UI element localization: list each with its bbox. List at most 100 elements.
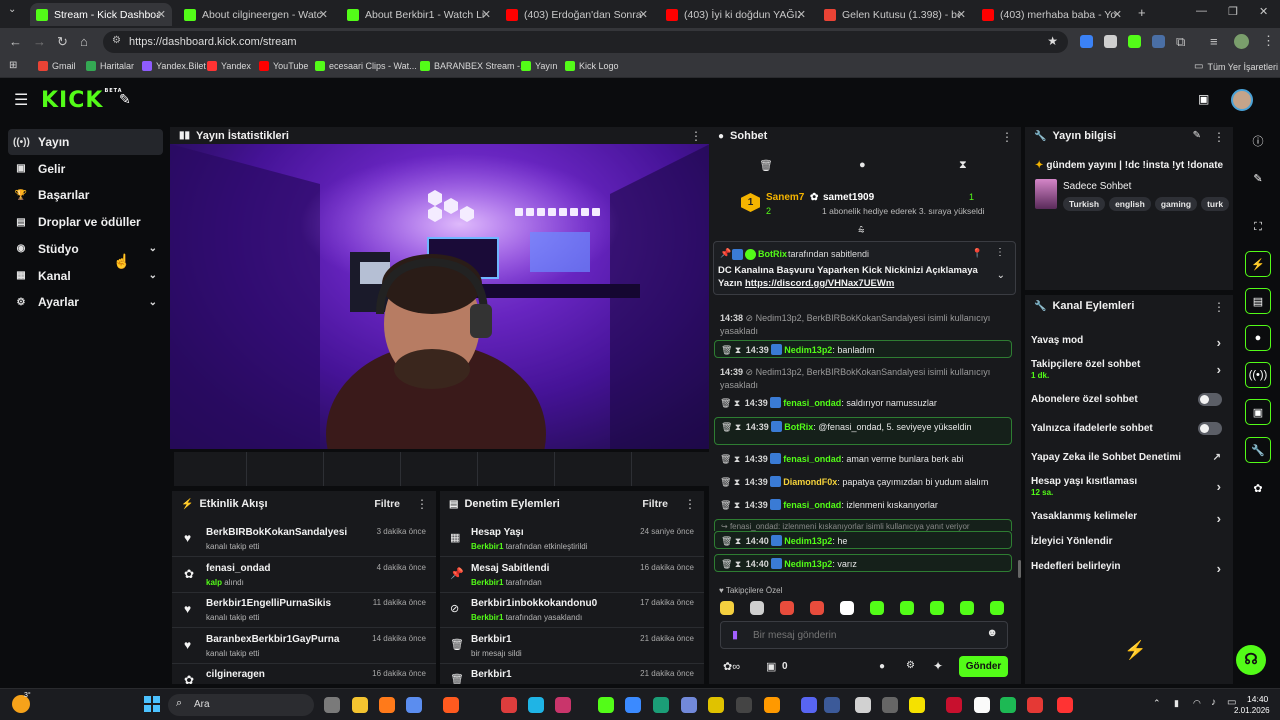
media-tool-icon[interactable]: ▣ xyxy=(1245,399,1271,425)
bookmark-item[interactable]: YouTube xyxy=(259,61,308,71)
windows-start-icon[interactable] xyxy=(144,696,160,712)
kick-logo[interactable]: KICKBETA xyxy=(41,88,123,113)
emote-icon[interactable] xyxy=(930,601,944,615)
mic-tray-icon[interactable]: ▮ xyxy=(1174,698,1179,709)
emote-icon[interactable] xyxy=(840,601,854,615)
extensions-puzzle-icon[interactable]: ⧉ xyxy=(1176,34,1185,50)
chat-username[interactable]: Nedim13p2 xyxy=(784,345,832,355)
tab-close-icon[interactable]: ✕ xyxy=(797,8,806,21)
category-thumbnail[interactable] xyxy=(1035,179,1057,209)
restore-icon[interactable]: ❐ xyxy=(1228,5,1238,18)
wifi-icon[interactable]: ◠ xyxy=(1193,698,1201,709)
pinned-link[interactable]: https://discord.gg/VHNax7UEWm xyxy=(745,278,894,289)
browser-tab[interactable]: Gelen Kutusu (1.398) - berksuz✕ xyxy=(818,3,972,26)
snapchat-icon[interactable] xyxy=(909,697,925,713)
forward-icon[interactable]: → xyxy=(33,34,46,49)
emote-icon[interactable] xyxy=(780,601,794,615)
toggle-switch[interactable] xyxy=(1198,422,1222,435)
mod-actions-icon[interactable]: 🗑 ⧗ xyxy=(720,500,743,510)
creator-view-icon[interactable]: ▣ xyxy=(1198,92,1209,106)
chat-message[interactable]: 🗑 ⧗ 14:40 Nedim13p2: varız xyxy=(714,554,1012,572)
activity-item[interactable]: ♥ Berkbir1EngelliPurnaSikis kanalı takip e… xyxy=(172,592,436,628)
chat-message[interactable]: 🗑 ⧗ 14:39 BotRix: @fenasi_ondad, 5. sevi… xyxy=(714,417,1012,445)
support-headset-icon[interactable]: ☊ xyxy=(1236,645,1266,675)
chat-system-message[interactable]: 14:38 ⊘ Nedim13p2, BerkBIRBokKokanSandal… xyxy=(714,309,1012,338)
emote-icon[interactable] xyxy=(900,601,914,615)
bookmark-item[interactable]: Kick Logo xyxy=(565,61,619,71)
chrome-icon[interactable] xyxy=(824,697,840,713)
external-link-icon[interactable]: ↗ xyxy=(1213,452,1221,463)
browser-tab[interactable]: About Berkbir1 - Watch Live on✕ xyxy=(341,3,497,26)
tab-close-icon[interactable]: ✕ xyxy=(957,8,966,21)
chat-message[interactable]: 🗑 ⧗ 14:39 Nedim13p2: banladım xyxy=(714,340,1012,358)
channel-action-item[interactable]: Takipçilere özel sohbet 1 dk. › xyxy=(1031,359,1229,380)
chevron-down-icon[interactable]: ⌄ xyxy=(149,270,157,281)
tab-close-icon[interactable]: ✕ xyxy=(1113,8,1122,21)
fullscreen-icon[interactable]: ⛶ xyxy=(1245,214,1271,240)
pinned-by-user[interactable]: BotRix xyxy=(758,249,787,259)
browser-menu-icon[interactable]: ⋮ xyxy=(1262,33,1275,49)
app-icon[interactable] xyxy=(882,697,898,713)
mod-actions-icon[interactable]: 🗑 ⧗ xyxy=(721,559,744,569)
channel-action-item[interactable]: Hesap yaşı kısıtlaması 12 sa. › xyxy=(1031,476,1229,497)
reload-icon[interactable]: ↻ xyxy=(57,34,68,50)
bookmark-item[interactable]: Gmail xyxy=(38,61,76,71)
activity-username[interactable]: BaranbexBerkbir1GayPurna xyxy=(206,634,339,645)
tray-chevron-icon[interactable]: ⌃ xyxy=(1153,698,1161,709)
channel-action-item[interactable]: İzleyici Yönlendir xyxy=(1031,536,1229,547)
unpin-icon[interactable]: 📍 xyxy=(972,248,983,259)
channel-action-item[interactable]: Yasaklanmış kelimeler › xyxy=(1031,511,1229,526)
mod-actions-icon[interactable]: 🗑 ⧗ xyxy=(720,398,743,408)
trash-tab-icon[interactable]: 🗑 xyxy=(759,159,773,172)
extension-shield-icon[interactable] xyxy=(1104,35,1117,48)
extension-kick-icon[interactable] xyxy=(1128,35,1141,48)
browser-tab[interactable]: (403) İyi ki doğdun YAĞIZ - İsmi✕ xyxy=(660,3,812,26)
all-bookmarks[interactable]: ▭ Tüm Yer İşaretleri xyxy=(1194,61,1278,72)
edit-icon[interactable]: ✎ xyxy=(1245,165,1271,191)
youtube-app-icon[interactable] xyxy=(501,697,517,713)
activity-feed-menu-icon[interactable]: ⋮ xyxy=(416,497,428,511)
toggle-switch[interactable] xyxy=(1198,393,1222,406)
stats-panel-menu-icon[interactable]: ⋮ xyxy=(690,129,702,143)
moderation-menu-icon[interactable]: ⋮ xyxy=(684,497,696,511)
stream-preview-video[interactable] xyxy=(170,144,710,449)
activity-username[interactable]: fenasi_ondad xyxy=(206,563,270,574)
document-tool-icon[interactable]: ▤ xyxy=(1245,288,1271,314)
stream-tag[interactable]: Turkish xyxy=(1063,197,1106,211)
pinned-message[interactable]: 📌 BotRix tarafından sabitlendi 📍 ⋮ DC Ka… xyxy=(713,241,1016,295)
chat-message[interactable]: 🗑 ⧗ 14:39 fenasi_ondad: aman verme bunla… xyxy=(714,450,1012,468)
sidebar-item-gift[interactable]: ▤ Droplar ve ödüller xyxy=(8,209,163,235)
emoji-picker-icon[interactable]: ☻ xyxy=(986,627,998,639)
sidebar-item-revenue[interactable]: ▣ Gelir xyxy=(8,156,163,182)
activity-username[interactable]: BerkBIRBokKokanSandalyesi xyxy=(206,527,347,538)
emote-icon[interactable] xyxy=(750,601,764,615)
chevron-right-icon[interactable]: › xyxy=(1217,511,1221,526)
chat-username[interactable]: fenasi_ondad xyxy=(783,398,841,408)
app-icon[interactable] xyxy=(681,697,697,713)
kicks-tool-icon[interactable]: ✿ xyxy=(1245,475,1271,501)
channel-action-item[interactable]: Yavaş mod › xyxy=(1031,335,1229,350)
chevron-right-icon[interactable]: › xyxy=(1217,561,1221,576)
reply-context[interactable]: ↪ fenasi_ondad: izlenmeni kıskanıyorlar … xyxy=(714,519,1012,531)
extension-icon[interactable] xyxy=(1080,35,1093,48)
app-icon[interactable] xyxy=(1027,697,1043,713)
url-field[interactable]: ⚙ https://dashboard.kick.com/stream ★ xyxy=(103,31,1068,53)
browser-tab[interactable]: (403) merhaba baba - YouT ✕ xyxy=(976,3,1128,26)
moderation-item[interactable]: 🗑 Berkbir1 bir mesajı sildi 21 dakika önce xyxy=(440,628,704,664)
hourglass-tab-icon[interactable]: ⧗ xyxy=(959,159,967,172)
activity-filter-button[interactable]: Filtre xyxy=(374,498,400,510)
microphone-icon[interactable]: ▮ xyxy=(732,628,738,641)
lightning-tool-icon[interactable]: ⚡ xyxy=(1245,251,1271,277)
bookmark-item[interactable]: ecesaari Clips - Wat... xyxy=(315,61,417,71)
bookmark-item[interactable]: Haritalar xyxy=(86,61,134,71)
chat-settings-gear-icon[interactable]: ⚙ xyxy=(906,660,915,671)
mod-actions-icon[interactable]: 🗑 ⧗ xyxy=(721,422,744,432)
volume-icon[interactable]: ♪ xyxy=(1211,697,1216,708)
emote-icon[interactable] xyxy=(810,601,824,615)
chat-username[interactable]: fenasi_ondad xyxy=(783,454,841,464)
new-tab-icon[interactable]: + xyxy=(1138,5,1146,20)
moderation-filter-button[interactable]: Filtre xyxy=(642,498,668,510)
task-view-icon[interactable] xyxy=(324,697,340,713)
tools-hammer-icon[interactable]: ✎ xyxy=(119,91,131,108)
bookmark-item[interactable]: Yandex xyxy=(207,61,251,71)
